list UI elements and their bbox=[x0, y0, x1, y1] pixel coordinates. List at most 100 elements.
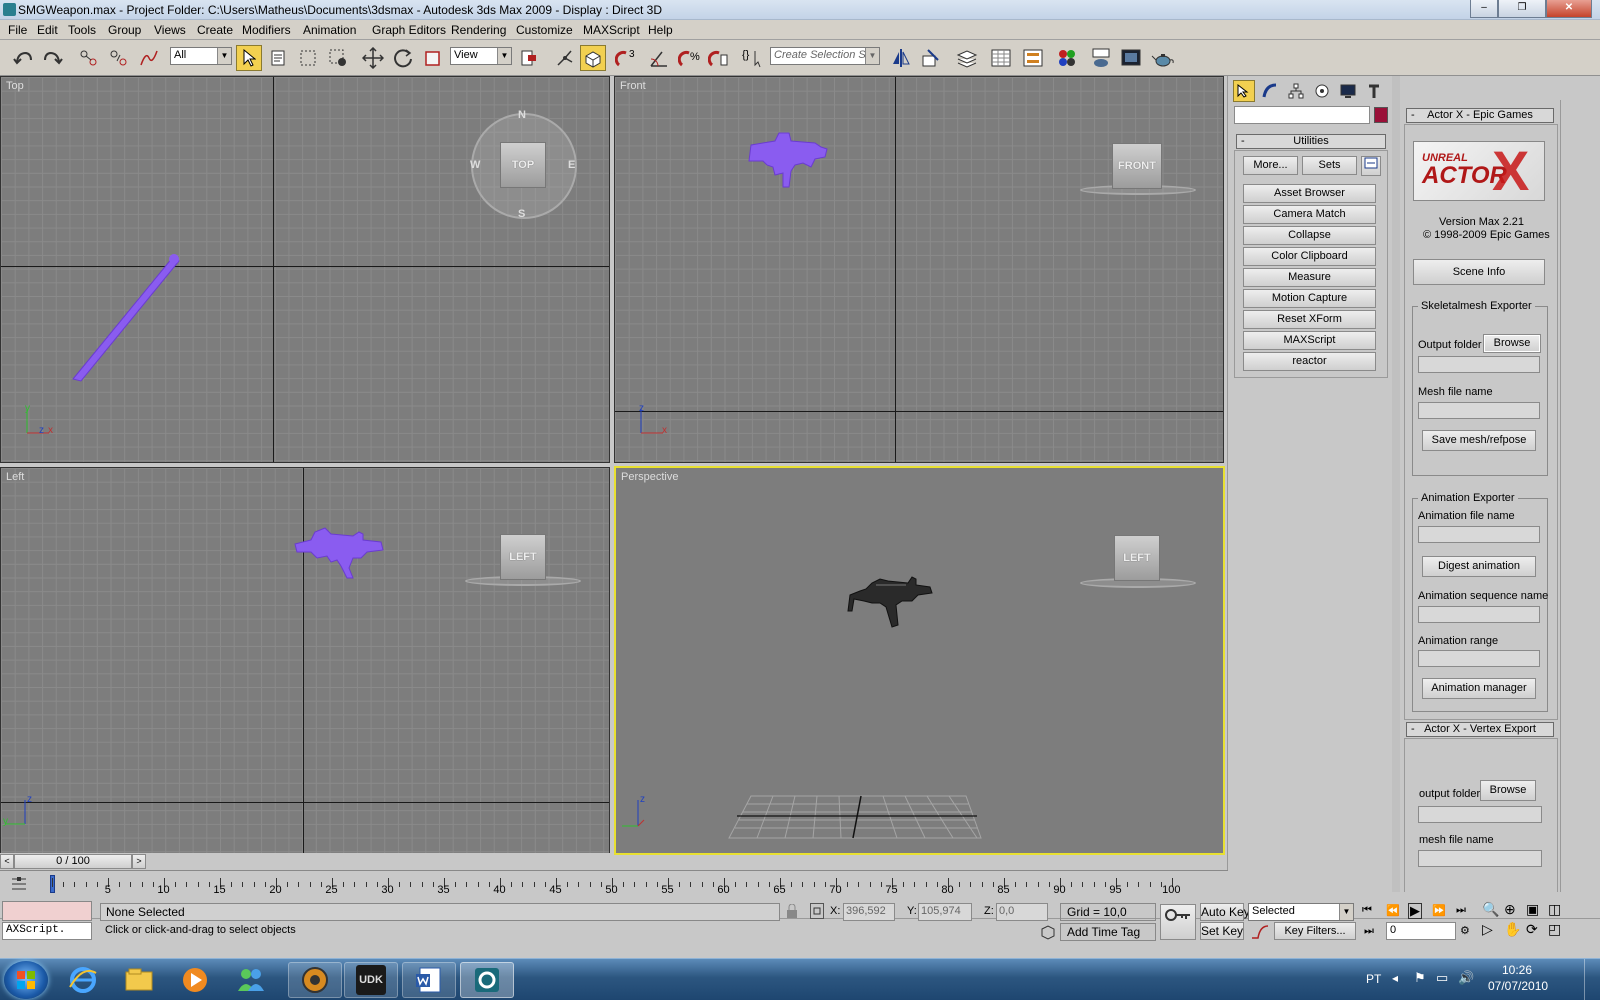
key-filters-button[interactable]: Key Filters... bbox=[1274, 922, 1356, 940]
percent-snap-icon[interactable]: % bbox=[676, 45, 702, 71]
zoom-extents-all-icon[interactable]: ◫ bbox=[1548, 901, 1561, 918]
quick-render-teapot-icon[interactable] bbox=[1150, 45, 1176, 71]
viewport-perspective[interactable]: Perspective LEFT z bbox=[614, 466, 1225, 855]
scale-icon[interactable] bbox=[420, 45, 446, 71]
viewcube[interactable]: LEFT bbox=[500, 534, 546, 580]
reference-coordinate-dropdown[interactable]: View ▼ bbox=[450, 47, 512, 65]
start-button[interactable] bbox=[4, 961, 48, 999]
angle-snap-icon[interactable] bbox=[646, 45, 672, 71]
track-bar-menu-icon[interactable] bbox=[8, 875, 30, 893]
output-folder-input[interactable] bbox=[1418, 356, 1540, 373]
mirror-icon[interactable] bbox=[888, 45, 914, 71]
mesh-file-name-input[interactable] bbox=[1418, 402, 1540, 419]
y-coordinate-field[interactable]: 105,974 bbox=[918, 903, 972, 921]
3dsmax-taskbar-icon[interactable] bbox=[460, 962, 514, 998]
maxscript-mini-listener[interactable]: AXScript. bbox=[2, 922, 92, 940]
internet-explorer-icon[interactable] bbox=[56, 962, 110, 998]
language-indicator[interactable]: PT bbox=[1366, 972, 1381, 986]
viewcube[interactable]: TOP bbox=[500, 142, 546, 188]
keyboard-shortcut-override-icon[interactable] bbox=[580, 45, 606, 71]
lock-icon[interactable] bbox=[786, 903, 798, 918]
vertex-browse-button[interactable]: Browse bbox=[1480, 780, 1536, 801]
zoom-extents-icon[interactable]: ▣ bbox=[1526, 901, 1539, 918]
menu-graph-editors[interactable]: Graph Editors bbox=[372, 23, 446, 37]
more-button[interactable]: More... bbox=[1243, 156, 1298, 175]
menu-group[interactable]: Group bbox=[108, 23, 141, 37]
render-setup-icon[interactable] bbox=[1088, 45, 1114, 71]
curve-editor-icon[interactable] bbox=[988, 45, 1014, 71]
move-icon[interactable] bbox=[360, 45, 386, 71]
bind-space-warp-icon[interactable] bbox=[136, 45, 162, 71]
time-slider-next-button[interactable]: > bbox=[132, 854, 146, 869]
rendered-frame-window-icon[interactable] bbox=[1118, 45, 1144, 71]
viewport-label[interactable]: Front bbox=[620, 80, 646, 92]
time-slider-thumb[interactable]: 0 / 100 bbox=[14, 854, 132, 869]
utility-reactor-button[interactable]: reactor bbox=[1243, 352, 1376, 371]
viewport-label[interactable]: Top bbox=[6, 80, 24, 92]
vertex-export-rollout-header[interactable]: - Actor X - Vertex Export bbox=[1406, 722, 1554, 737]
menu-tools[interactable]: Tools bbox=[68, 23, 96, 37]
orbit-icon[interactable]: ⟳ bbox=[1526, 921, 1538, 938]
auto-key-button[interactable]: Auto Key bbox=[1200, 903, 1250, 921]
selection-filter-dropdown[interactable]: All ▼ bbox=[170, 47, 232, 65]
utilities-tab-icon[interactable] bbox=[1363, 80, 1385, 102]
utility-motion-capture-button[interactable]: Motion Capture bbox=[1243, 289, 1376, 308]
menu-create[interactable]: Create bbox=[197, 23, 233, 37]
vertex-mesh-file-name-input[interactable] bbox=[1418, 850, 1542, 867]
pan-view-icon[interactable]: ✋ bbox=[1504, 921, 1521, 938]
select-and-manipulate-icon[interactable] bbox=[552, 45, 578, 71]
utility-color-clipboard-button[interactable]: Color Clipboard bbox=[1243, 247, 1376, 266]
utility-measure-button[interactable]: Measure bbox=[1243, 268, 1376, 287]
utilities-rollout-header[interactable]: - Utilities bbox=[1236, 134, 1386, 149]
menu-rendering[interactable]: Rendering bbox=[451, 23, 506, 37]
weapon-model-left[interactable] bbox=[291, 522, 386, 582]
scene-info-button[interactable]: Scene Info bbox=[1413, 259, 1545, 285]
unreal-tournament-icon[interactable] bbox=[288, 962, 342, 998]
previous-frame-icon[interactable]: ⏪ bbox=[1386, 904, 1400, 917]
align-icon[interactable] bbox=[918, 45, 944, 71]
select-and-link-icon[interactable] bbox=[76, 45, 102, 71]
maximize-button[interactable]: ❐ bbox=[1498, 0, 1546, 18]
key-mode-dropdown[interactable]: Selected ▼ bbox=[1248, 903, 1354, 921]
time-slider-prev-button[interactable]: < bbox=[0, 854, 14, 869]
object-color-swatch[interactable] bbox=[1374, 107, 1388, 123]
panel-divider[interactable] bbox=[1392, 76, 1400, 892]
viewport-top[interactable]: Top N S W E TOP y x z bbox=[0, 76, 610, 463]
current-frame-field[interactable]: 0 bbox=[1386, 922, 1456, 940]
clock-time[interactable]: 10:26 bbox=[1502, 963, 1532, 977]
menu-modifiers[interactable]: Modifiers bbox=[242, 23, 291, 37]
default-tangent-icon[interactable] bbox=[1250, 923, 1270, 941]
weapon-model-perspective[interactable] bbox=[846, 571, 936, 631]
menu-views[interactable]: Views bbox=[154, 23, 186, 37]
time-tag-icon[interactable] bbox=[1040, 924, 1056, 940]
close-button[interactable]: ✕ bbox=[1546, 0, 1592, 18]
show-desktop-button[interactable] bbox=[1584, 959, 1600, 1000]
play-icon[interactable]: ▶ bbox=[1408, 903, 1422, 919]
rectangular-selection-icon[interactable] bbox=[295, 45, 321, 71]
undo-icon[interactable] bbox=[10, 45, 36, 71]
x-coordinate-field[interactable]: 396,592 bbox=[843, 903, 895, 921]
clock-date[interactable]: 07/07/2010 bbox=[1488, 979, 1548, 993]
vertex-output-folder-input[interactable] bbox=[1418, 806, 1542, 823]
key-mode-toggle-icon[interactable]: ⏭ bbox=[1364, 925, 1374, 938]
animation-manager-button[interactable]: Animation manager bbox=[1422, 678, 1536, 699]
set-key-button[interactable]: Set Key bbox=[1200, 922, 1244, 940]
animation-file-name-input[interactable] bbox=[1418, 526, 1540, 543]
save-mesh-button[interactable]: Save mesh/refpose bbox=[1422, 430, 1536, 451]
viewport-left[interactable]: Left LEFT z y bbox=[0, 467, 610, 854]
zoom-icon[interactable]: 🔍 bbox=[1482, 901, 1499, 918]
media-player-icon[interactable] bbox=[168, 962, 222, 998]
schematic-view-icon[interactable] bbox=[1020, 45, 1046, 71]
utility-asset-browser-button[interactable]: Asset Browser bbox=[1243, 184, 1376, 203]
utility-camera-match-button[interactable]: Camera Match bbox=[1243, 205, 1376, 224]
redo-icon[interactable] bbox=[40, 45, 66, 71]
zoom-all-icon[interactable]: ⊕ bbox=[1504, 901, 1516, 918]
utility-collapse-button[interactable]: Collapse bbox=[1243, 226, 1376, 245]
window-crossing-icon[interactable] bbox=[325, 45, 351, 71]
next-frame-icon[interactable]: ⏩ bbox=[1432, 904, 1446, 917]
display-tab-icon[interactable] bbox=[1337, 80, 1359, 102]
edit-named-selection-icon[interactable]: {} bbox=[740, 45, 766, 71]
viewcube[interactable]: FRONT bbox=[1112, 143, 1162, 189]
select-object-icon[interactable] bbox=[236, 45, 262, 71]
hierarchy-tab-icon[interactable] bbox=[1285, 80, 1307, 102]
